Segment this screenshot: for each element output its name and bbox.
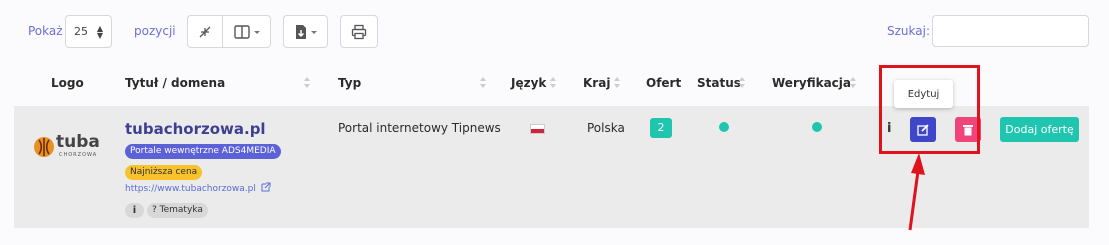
- site-domain[interactable]: tubachorzowa.pl: [125, 120, 266, 138]
- header-country[interactable]: Kraj: [583, 76, 610, 90]
- entries-label: pozycji: [134, 24, 176, 38]
- compress-button[interactable]: [187, 15, 223, 48]
- header-title[interactable]: Tytuł / domena: [125, 76, 225, 90]
- poland-flag-icon: [530, 124, 545, 134]
- topic-tag[interactable]: ? Tematyka: [147, 203, 208, 218]
- print-button[interactable]: [340, 15, 378, 48]
- logo-mark-icon: [34, 137, 54, 157]
- site-url-link[interactable]: https://www.tubachorzowa.pl: [125, 182, 271, 194]
- search-label: Szukaj:: [887, 24, 930, 38]
- sort-icon[interactable]: [849, 75, 857, 91]
- header-logo: Logo: [51, 76, 84, 90]
- sort-icon[interactable]: [738, 75, 746, 91]
- show-entries-label: Pokaż: [28, 24, 63, 38]
- highlight-box: [879, 65, 980, 154]
- sort-icon[interactable]: [613, 75, 621, 91]
- print-icon: [351, 24, 367, 39]
- logo-text: tuba: [56, 132, 100, 152]
- header-type[interactable]: Typ: [338, 76, 361, 90]
- sort-icon[interactable]: [303, 75, 311, 91]
- site-country: Polska: [587, 121, 625, 135]
- sort-icon[interactable]: [549, 75, 557, 91]
- header-offers[interactable]: Ofert: [646, 76, 681, 90]
- columns-icon: [233, 24, 260, 39]
- export-button[interactable]: [283, 15, 328, 48]
- columns-button[interactable]: [222, 15, 271, 48]
- site-logo: tuba CHORZOWA: [33, 132, 100, 162]
- portal-badge: Portale wewnętrzne ADS4MEDIA: [125, 144, 281, 159]
- add-offer-button[interactable]: Dodaj ofertę: [1000, 117, 1079, 142]
- site-url-text: https://www.tubachorzowa.pl: [125, 184, 256, 194]
- site-type: Portal internetowy Tipnews: [338, 121, 501, 135]
- download-file-icon: [295, 24, 317, 39]
- sort-icon[interactable]: [479, 75, 487, 91]
- verification-indicator: [812, 122, 822, 132]
- red-arrow-icon: [908, 153, 925, 231]
- search-input[interactable]: [932, 15, 1089, 47]
- header-status[interactable]: Status: [697, 76, 741, 90]
- price-badge: Najniższa cena: [125, 165, 203, 180]
- page-size-select[interactable]: 25 ▲ ▼: [65, 15, 112, 48]
- logo-subtext: CHORZOWA: [59, 152, 98, 158]
- status-indicator: [719, 122, 729, 132]
- select-updown-icon: ▲ ▼: [96, 23, 103, 40]
- external-link-icon: [261, 182, 271, 192]
- page-size-value: 25: [74, 25, 88, 38]
- datatable-panel: Pokaż 25 ▲ ▼ pozycji Szukaj: Logo Tytuł /…: [0, 0, 1109, 245]
- compress-icon: [199, 26, 211, 37]
- header-verification[interactable]: Weryfikacja: [772, 76, 851, 90]
- offers-count-badge[interactable]: 2: [650, 118, 672, 138]
- header-language[interactable]: Język: [511, 76, 546, 90]
- info-tag[interactable]: i: [125, 203, 144, 218]
